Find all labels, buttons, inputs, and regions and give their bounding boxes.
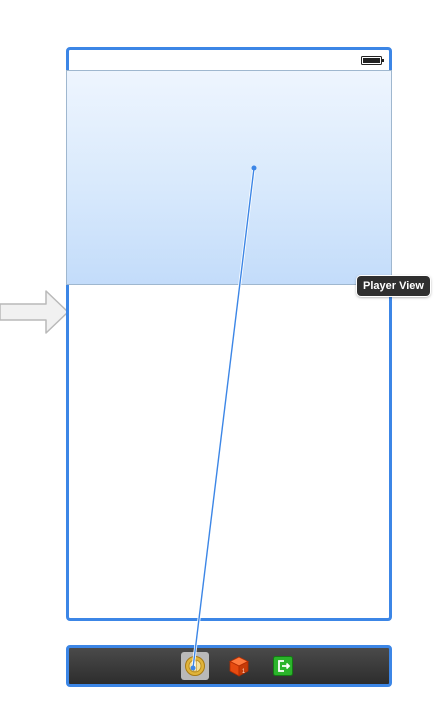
status-bar	[69, 50, 389, 70]
view-controller-scene[interactable]	[66, 47, 392, 621]
exit-icon[interactable]	[269, 652, 297, 680]
player-view-tooltip: Player View	[357, 276, 430, 296]
battery-icon	[361, 56, 384, 65]
first-responder-icon[interactable]: 1	[225, 652, 253, 680]
entry-point-arrow-icon[interactable]	[0, 289, 70, 335]
scene-dock: 1	[66, 645, 392, 687]
player-view[interactable]	[66, 70, 392, 285]
view-controller-icon[interactable]	[181, 652, 209, 680]
